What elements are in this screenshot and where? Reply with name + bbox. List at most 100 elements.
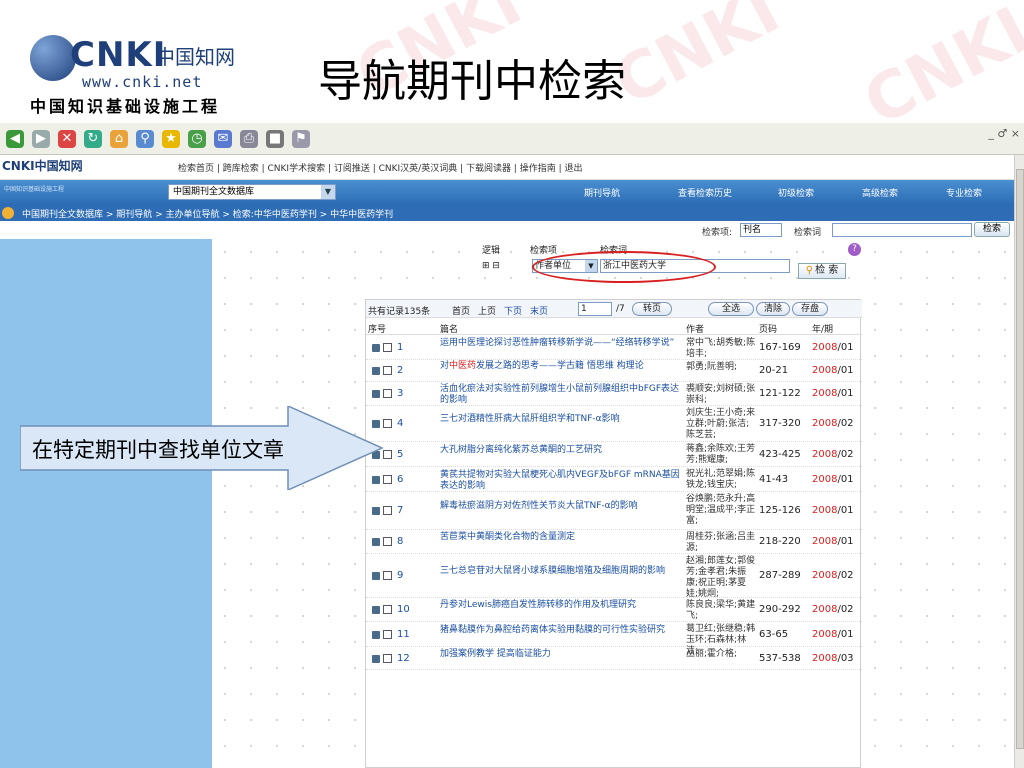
table-row[interactable]: 4 三七对酒精性肝病大鼠肝组织学和TNF-α影响 刘庆生;王小奇;来立群;叶蔚;张洁… [366,406,862,442]
tab-history[interactable]: 查看检索历史 [678,186,732,199]
messenger-icon[interactable]: ⚑ [292,129,310,148]
row-checkbox[interactable] [383,450,392,459]
table-row[interactable]: 8 苦苣菜中黄酮类化合物的含量测定 周桂芬;张涵;吕圭源; 218-220 2008/0… [366,530,862,554]
article-title-link[interactable]: 加强案例教学 提高临证能力 [440,649,686,660]
stop-icon[interactable]: ✕ [58,129,76,148]
article-authors[interactable]: 赵湘;郎莲女;郭俊芳;金孝君;朱振康;祝正明;茅夏娃;姚炯; [686,556,758,600]
vertical-scrollbar[interactable] [1014,155,1024,768]
article-title-link[interactable]: 活血化瘀法对实验性前列腺增生小鼠前列腺组织中bFGF表达的影响 [440,384,686,406]
forward-icon[interactable]: ▶ [32,129,50,148]
search-button[interactable]: ⚲ 检 索 [798,263,846,279]
row-checkbox[interactable] [383,366,392,375]
row-checkbox[interactable] [383,419,392,428]
back-icon[interactable]: ◀ [6,129,24,148]
article-title-link[interactable]: 解毒祛瘀滋阴方对佐剂性关节炎大鼠TNF-α的影响 [440,501,686,512]
prev-page-link[interactable]: 上页 [478,304,496,317]
breadcrumb[interactable]: 中国期刊全文数据库 > 期刊导航 > 主办单位导航 > 检索:中华中医药学刊 >… [22,207,393,220]
article-authors[interactable]: 丛丽;霍介格; [686,649,758,660]
article-title-link[interactable]: 黄芪共提物对实验大鼠梗死心肌内VEGF及bFGF mRNA基因表达的影响 [440,470,686,492]
article-title-link[interactable]: 三七总皂苷对大鼠肾小球系膜细胞增殖及细胞周期的影响 [440,566,686,577]
edit-icon[interactable]: ■ [266,129,284,148]
download-icon[interactable] [372,344,380,352]
article-title-link[interactable]: 猪鼻黏膜作为鼻腔给药离体实验用黏膜的可行性实验研究 [440,625,686,636]
table-row[interactable]: 11 猪鼻黏膜作为鼻腔给药离体实验用黏膜的可行性实验研究 葛卫红;张继稳;韩玉环;石… [366,622,862,656]
article-authors[interactable]: 蒋鑫;余陈欢;王芳芳;熊耀康; [686,444,758,466]
tab-basic-search[interactable]: 初级检索 [778,186,814,199]
article-year: 2008 [812,505,838,516]
download-icon[interactable] [372,507,380,515]
download-icon[interactable] [372,367,380,375]
search-icon[interactable]: ⚲ [136,129,154,148]
go-page-button[interactable]: 转页 [632,302,672,316]
download-icon[interactable] [372,538,380,546]
nav-bar: 中国知识基础设施工程 中国期刊全文数据库 ▼ 期刊导航 查看检索历史 初级检索 高… [0,180,1014,205]
article-year: 2008 [812,570,838,581]
article-authors[interactable]: 周桂芬;张涵;吕圭源; [686,532,758,554]
search-button[interactable]: 检索 [974,222,1010,237]
tab-expert-search[interactable]: 专业检索 [946,186,982,199]
row-checkbox[interactable] [383,630,392,639]
article-authors[interactable]: 郭勇;阮善明; [686,362,758,373]
row-checkbox[interactable] [383,605,392,614]
first-page-link[interactable]: 首页 [452,304,470,317]
col-pages: 页码 [759,325,778,335]
article-authors[interactable]: 祝光礼;范翠娟;陈铁龙;钱宝庆; [686,469,758,491]
table-row[interactable]: 6 黄芪共提物对实验大鼠梗死心肌内VEGF及bFGF mRNA基因表达的影响 祝光礼… [366,467,862,492]
download-icon[interactable] [372,606,380,614]
clear-button[interactable]: 清除 [756,302,790,316]
next-page-link[interactable]: 下页 [504,304,522,317]
table-row[interactable]: 10 丹参对Lewis肺癌自发性肺转移的作用及机理研究 陈良良;梁华;黄建飞; 290… [366,598,862,622]
table-row[interactable]: 5 大孔树脂分离纯化紫苏总黄酮的工艺研究 蒋鑫;余陈欢;王芳芳;熊耀康; 423-42… [366,442,862,467]
download-icon[interactable] [372,390,380,398]
table-row[interactable]: 7 解毒祛瘀滋阴方对佐剂性关节炎大鼠TNF-α的影响 谷焕鹏;范永升;高明堂;温成平… [366,492,862,530]
refresh-icon[interactable]: ↻ [84,129,102,148]
tab-journal-nav[interactable]: 期刊导航 [584,186,620,199]
article-title-link[interactable]: 对中医药发展之路的思考——学古籍 悟思维 构理论 [440,361,686,372]
scrollbar-thumb[interactable] [1016,169,1024,749]
table-row[interactable]: 9 三七总皂苷对大鼠肾小球系膜细胞增殖及细胞周期的影响 赵湘;郎莲女;郭俊芳;金孝君… [366,554,862,600]
article-title-link[interactable]: 丹参对Lewis肺癌自发性肺转移的作用及机理研究 [440,600,686,611]
article-title-link[interactable]: 大孔树脂分离纯化紫苏总黄酮的工艺研究 [440,445,686,456]
download-icon[interactable] [372,655,380,663]
term-input[interactable] [832,223,972,237]
row-checkbox[interactable] [383,506,392,515]
history-icon[interactable]: ◷ [188,129,206,148]
favorites-icon[interactable]: ★ [162,129,180,148]
table-row[interactable]: 1 运用中医理论探讨恶性肿瘤转移新学说——“经络转移学说” 常中飞;胡秀敏;陈培丰;… [366,336,862,360]
site-logo[interactable]: CNKI中国知网 [2,157,83,174]
row-checkbox[interactable] [383,343,392,352]
download-icon[interactable] [372,572,380,580]
article-issue: /01 [837,536,854,547]
last-page-link[interactable]: 末页 [530,304,548,317]
mail-icon[interactable]: ✉ [214,129,232,148]
row-checkbox[interactable] [383,654,392,663]
top-links[interactable]: 检索首页 | 跨库检索 | CNKI学术搜索 | 订阅推送 | CNKI汉英/英… [178,161,582,174]
article-title-link[interactable]: 苦苣菜中黄酮类化合物的含量测定 [440,532,686,543]
article-title-link[interactable]: 运用中医理论探讨恶性肿瘤转移新学说——“经络转移学说” [440,338,686,349]
field-select[interactable]: 刊名 [740,223,782,237]
window-controls[interactable]: _ ♂ × [988,127,1020,140]
tab-advanced-search[interactable]: 高级检索 [862,186,898,199]
row-checkbox[interactable] [383,571,392,580]
select-all-button[interactable]: 全选 [708,302,754,316]
article-authors[interactable]: 刘庆生;王小奇;来立群;叶蔚;张洁;陈芝芸; [686,408,758,441]
home-icon[interactable]: ⌂ [110,129,128,148]
database-select[interactable]: 中国期刊全文数据库 ▼ [168,184,336,200]
save-button[interactable]: 存盘 [792,302,828,316]
help-icon[interactable]: ? [848,243,861,256]
article-authors[interactable]: 常中飞;胡秀敏;陈培丰; [686,338,758,360]
row-checkbox[interactable] [383,389,392,398]
article-authors[interactable]: 谷焕鹏;范永升;高明堂;温成平;李正富; [686,494,758,527]
table-row[interactable]: 3 活血化瘀法对实验性前列腺增生小鼠前列腺组织中bFGF表达的影响 裘顺安;刘树硕;… [366,382,862,406]
print-icon[interactable]: ⎙ [240,129,258,148]
logic-add-remove-buttons[interactable]: ⊞ ⊟ [482,261,500,271]
download-icon[interactable] [372,631,380,639]
page-input[interactable]: 1 [578,302,612,316]
row-checkbox[interactable] [383,475,392,484]
article-authors[interactable]: 陈良良;梁华;黄建飞; [686,600,758,622]
table-row[interactable]: 12 加强案例教学 提高临证能力 丛丽;霍介格; 537-538 2008/03 [366,647,862,670]
row-checkbox[interactable] [383,537,392,546]
article-authors[interactable]: 裘顺安;刘树硕;张崇科; [686,384,758,406]
article-title-link[interactable]: 三七对酒精性肝病大鼠肝组织学和TNF-α影响 [440,414,686,425]
table-row[interactable]: 2 对中医药发展之路的思考——学古籍 悟思维 构理论 郭勇;阮善明; 20-21 200… [366,360,862,382]
